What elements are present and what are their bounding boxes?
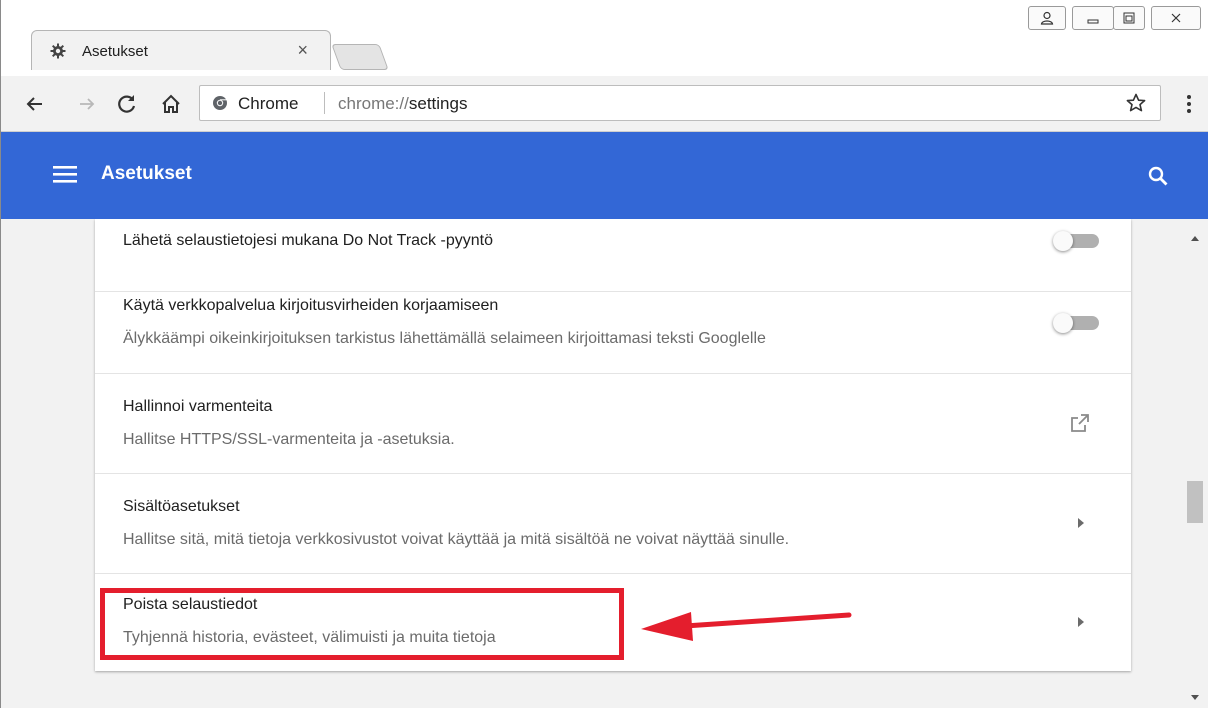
back-icon[interactable] (21, 90, 49, 118)
forward-icon[interactable] (73, 90, 101, 118)
toggle-knob (1053, 231, 1073, 251)
home-icon[interactable] (157, 90, 185, 118)
chrome-logo-icon (212, 95, 228, 111)
browser-menu-icon[interactable] (1175, 90, 1203, 118)
tab-title: Asetukset (82, 43, 148, 60)
setting-title: Hallinnoi varmenteita (123, 398, 273, 415)
settings-header: Asetukset (1, 132, 1208, 219)
toggle-knob (1053, 313, 1073, 333)
window-controls (1028, 6, 1201, 30)
scrollbar-thumb[interactable] (1187, 481, 1203, 523)
url-prefix: chrome:// (338, 94, 409, 113)
setting-row-certificates[interactable]: Hallinnoi varmenteita Hallitse HTTPS/SSL… (95, 374, 1131, 474)
omnibox[interactable]: Chrome chrome://settings (199, 85, 1161, 121)
chevron-right-icon[interactable] (1077, 615, 1085, 633)
browser-window: Asetukset × Chrome chrome://settings Ase… (0, 0, 1208, 708)
setting-title: Lähetä selaustietojesi mukana Do Not Tra… (123, 232, 493, 249)
close-icon[interactable] (1151, 6, 1201, 30)
minimize-icon[interactable] (1072, 6, 1114, 30)
spelling-service-toggle[interactable] (1053, 313, 1103, 333)
setting-subtitle: Älykkäämpi oikeinkirjoituksen tarkistus … (123, 330, 766, 347)
setting-subtitle: Hallitse HTTPS/SSL-varmenteita ja -asetu… (123, 431, 455, 448)
setting-row-do-not-track[interactable]: Lähetä selaustietojesi mukana Do Not Tra… (95, 219, 1131, 292)
search-icon[interactable] (1147, 165, 1169, 192)
external-link-icon[interactable] (1069, 412, 1091, 439)
do-not-track-toggle[interactable] (1053, 231, 1103, 251)
new-tab-button[interactable] (331, 44, 389, 70)
scroll-down-icon[interactable] (1190, 689, 1200, 707)
tab-strip: Asetukset × (1, 0, 1208, 76)
annotation-highlight-box (100, 588, 624, 660)
setting-title: Sisältöasetukset (123, 498, 240, 515)
gear-icon (50, 43, 66, 59)
setting-row-spelling-service[interactable]: Käytä verkkopalvelua kirjoitusvirheiden … (95, 292, 1131, 374)
setting-subtitle: Hallitse sitä, mitä tietoja verkkosivust… (123, 531, 790, 548)
page-title: Asetukset (101, 163, 192, 184)
setting-row-content-settings[interactable]: Sisältöasetukset Hallitse sitä, mitä tie… (95, 474, 1131, 574)
omnibox-url[interactable]: chrome://settings (338, 94, 467, 114)
browser-toolbar: Chrome chrome://settings (1, 76, 1208, 132)
scroll-up-icon[interactable] (1190, 229, 1200, 247)
url-path: settings (408, 94, 468, 113)
hamburger-icon[interactable] (53, 164, 77, 189)
vertical-scrollbar[interactable] (1181, 219, 1208, 708)
tab-close-button[interactable]: × (297, 40, 308, 61)
bookmark-star-icon[interactable] (1126, 93, 1146, 118)
omnibox-separator (324, 92, 325, 114)
reload-icon[interactable] (113, 90, 141, 118)
omnibox-chip-label: Chrome (238, 94, 299, 113)
setting-title: Käytä verkkopalvelua kirjoitusvirheiden … (123, 297, 499, 314)
chevron-right-icon[interactable] (1077, 516, 1085, 534)
maximize-icon[interactable] (1113, 6, 1145, 30)
annotation-arrow-icon (639, 603, 855, 648)
tab-settings[interactable]: Asetukset × (31, 30, 331, 70)
user-icon[interactable] (1028, 6, 1066, 30)
